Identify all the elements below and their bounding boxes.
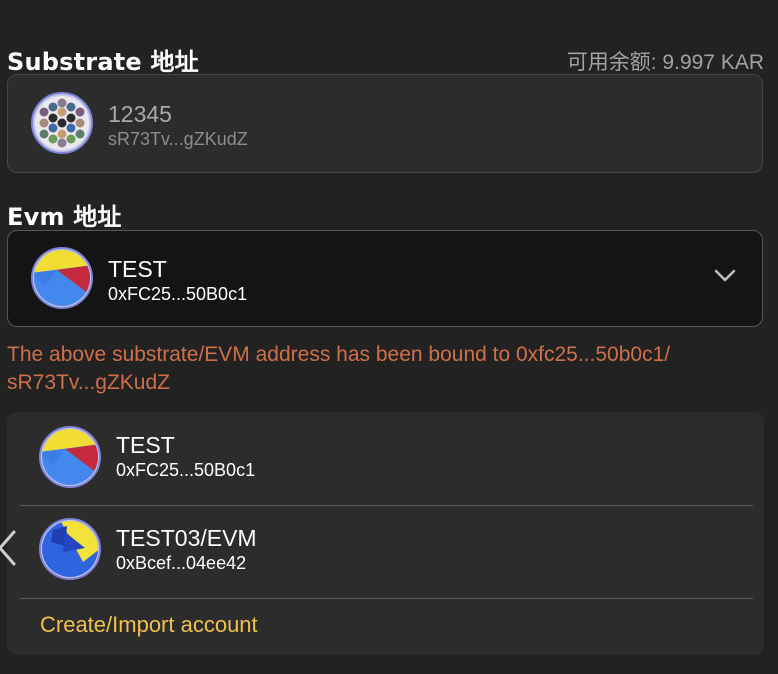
substrate-account-address: sR73Tv...gZKudZ xyxy=(108,129,248,149)
blockie-avatar-icon xyxy=(31,247,93,309)
evm-address-title: Evm 地址 xyxy=(7,203,122,231)
polkadot-identicon-icon xyxy=(31,92,93,154)
substrate-account-name: 12345 xyxy=(108,101,172,127)
dropdown-item-name: TEST xyxy=(116,432,175,458)
dropdown-item-test[interactable]: TEST 0xFC25...50B0c1 xyxy=(7,412,764,504)
chevron-left-icon[interactable] xyxy=(0,528,18,573)
evm-selected-name: TEST xyxy=(108,256,167,282)
blockie-avatar-icon xyxy=(39,518,101,580)
evm-account-selector[interactable]: TEST 0xFC25...50B0c1 xyxy=(7,230,763,327)
dropdown-item-name: TEST03/EVM xyxy=(116,525,257,551)
available-balance: 可用余额: 9.997 KAR xyxy=(566,51,764,74)
evm-account-dropdown: TEST 0xFC25...50B0c1 TEST03/EVM 0xBcef..… xyxy=(7,412,764,655)
binding-warning-text: The above substrate/EVM address has been… xyxy=(7,343,671,394)
dropdown-item-address: 0xFC25...50B0c1 xyxy=(116,460,256,480)
substrate-address-title: Substrate 地址 xyxy=(7,48,199,76)
substrate-account-card: 12345 sR73Tv...gZKudZ xyxy=(7,74,763,173)
blockie-avatar-icon xyxy=(39,426,101,488)
divider xyxy=(20,598,753,599)
dropdown-item-address: 0xBcef...04ee42 xyxy=(116,553,247,573)
evm-binding-screen: Substrate 地址 可用余额: 9.997 KAR 12345 sR73T… xyxy=(0,0,778,674)
chevron-down-icon[interactable] xyxy=(714,269,736,288)
create-import-account-link[interactable]: Create/Import account xyxy=(40,612,258,638)
evm-selected-address: 0xFC25...50B0c1 xyxy=(108,284,248,304)
dropdown-item-test03-evm[interactable]: TEST03/EVM 0xBcef...04ee42 xyxy=(7,506,764,598)
